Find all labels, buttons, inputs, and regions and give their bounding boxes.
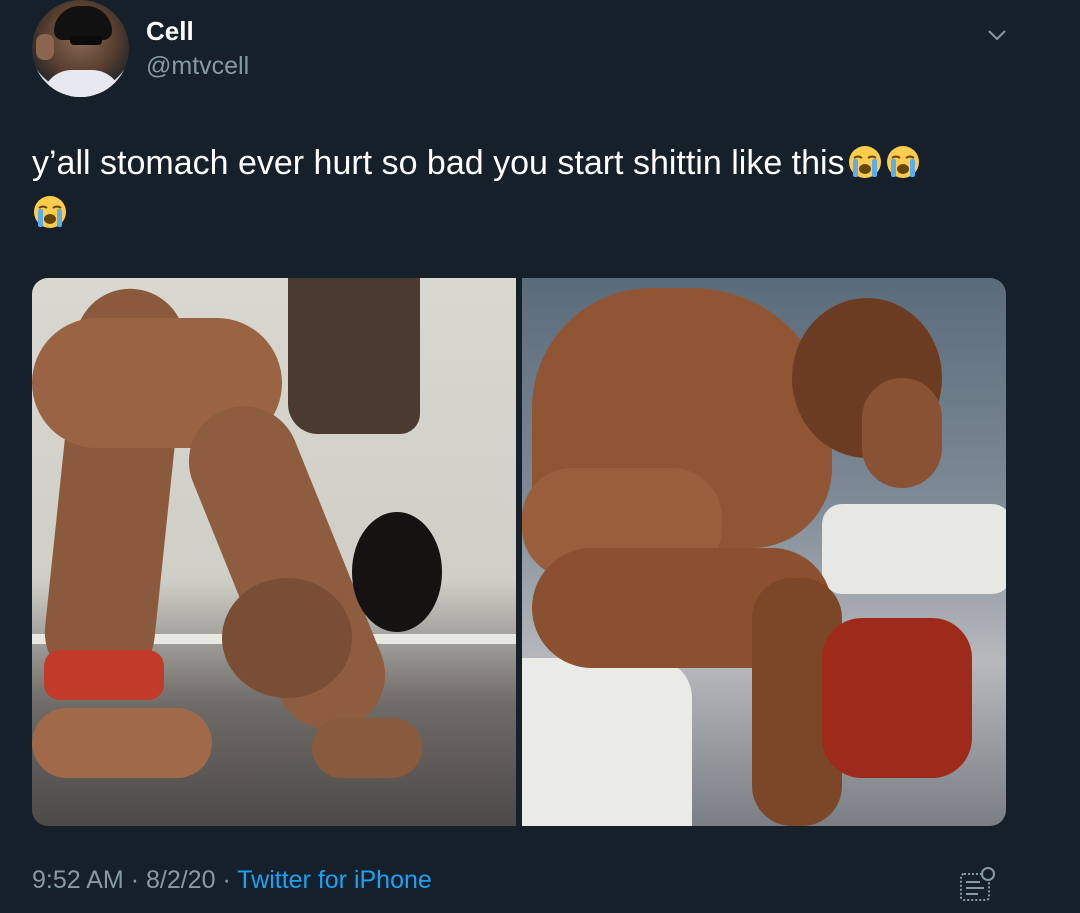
avatar[interactable] [32,0,129,97]
red-cloth [822,618,972,778]
tweet-date[interactable]: 8/2/20 [146,866,216,894]
hand [862,378,942,488]
loudly-crying-face-icon [34,196,66,228]
tweet-time[interactable]: 9:52 AM [32,866,124,894]
hand [312,718,422,778]
tweet: Cell @mtvcell y’all stomach ever hurt so… [0,0,1080,913]
meta-separator: · [130,866,140,894]
analytics-icon[interactable] [958,866,996,904]
avatar-hair [54,6,112,40]
tweet-text: y’all stomach ever hurt so bad you start… [32,138,1032,238]
hair [352,512,442,632]
tweet-meta: 9:52 AM · 8/2/20 · Twitter for iPhone [32,866,432,895]
chevron-down-icon[interactable] [986,24,1008,46]
tweet-source-link[interactable]: Twitter for iPhone [237,866,432,894]
avatar-thumb [36,34,54,60]
media-grid [32,278,1006,826]
towel [288,278,420,434]
tub [822,504,1006,594]
loudly-crying-face-icon [886,146,919,178]
display-name[interactable]: Cell [146,16,194,47]
toilet [522,658,692,826]
photo-person-bent-over-floor[interactable] [32,278,516,826]
tweet-body: y’all stomach ever hurt so bad you start… [32,144,845,182]
loudly-crying-face-icon [848,146,881,178]
meta-separator: · [222,866,231,894]
shorts [44,650,164,700]
username-handle[interactable]: @mtvcell [146,52,249,81]
avatar-glasses [70,36,102,45]
avatar-shirt [42,70,122,97]
photo-person-hunched-on-toilet[interactable] [522,278,1006,826]
head [222,578,352,698]
foot [32,708,212,778]
